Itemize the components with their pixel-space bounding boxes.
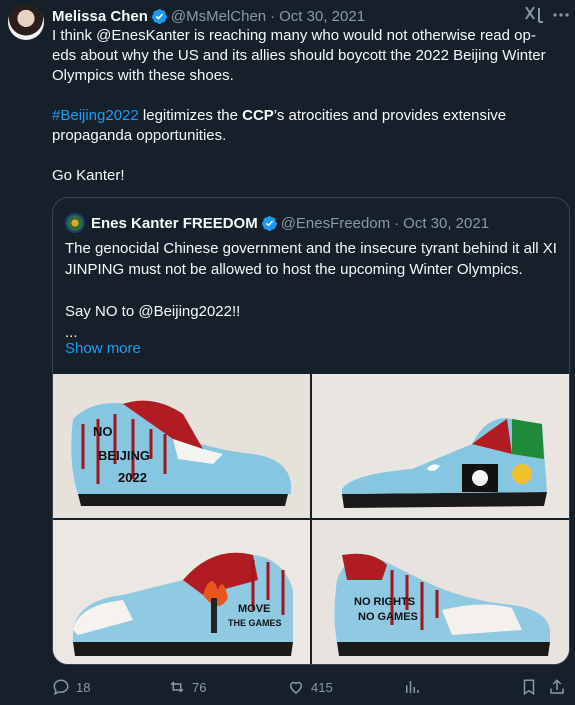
shoe-image-2[interactable] <box>312 374 569 518</box>
reply-button[interactable]: 18 <box>52 678 90 696</box>
quoted-paragraph-2: Say NO to @Beijing2022!! <box>65 303 241 320</box>
like-icon <box>289 681 303 694</box>
retweet-icon <box>170 681 184 693</box>
like-count: 415 <box>311 679 333 695</box>
tweet-text-mid: legitimizes the <box>138 107 243 124</box>
views-button[interactable] <box>403 678 427 696</box>
quoted-paragraph-1: The genocidal Chinese government and the… <box>65 240 557 278</box>
separator: · <box>270 7 276 25</box>
action-bar: 18 76 415 <box>52 678 568 700</box>
shoe-image-4[interactable]: NO RIGHTS NO GAMES <box>312 520 569 664</box>
tweet-paragraph-3: Go Kanter! <box>52 167 125 184</box>
share-icon <box>550 679 564 694</box>
img4-text-norights: NO RIGHTS <box>354 596 415 608</box>
author-avatar[interactable] <box>8 4 44 40</box>
verified-badge-icon[interactable] <box>151 8 168 25</box>
quoted-tweet[interactable]: Enes Kanter FREEDOM @EnesFreedom · Oct 3… <box>52 197 570 665</box>
quoted-author-avatar[interactable] <box>65 213 85 233</box>
author-handle[interactable]: @MsMelChen <box>171 8 266 25</box>
tweet-text: I think @EnesKanter is reaching many who… <box>52 26 557 186</box>
views-icon <box>406 681 419 693</box>
tweet-paragraph-1: I think @EnesKanter is reaching many who… <box>52 27 546 84</box>
img1-text-no: NO <box>93 424 113 439</box>
quoted-author-name[interactable]: Enes Kanter FREEDOM <box>91 215 258 232</box>
quoted-verified-badge-icon <box>261 215 277 231</box>
show-more-link[interactable]: Show more <box>65 340 141 357</box>
img3-text-move: MOVE <box>238 603 270 615</box>
bookmark-button[interactable] <box>520 678 544 696</box>
quoted-tweet-text: The genocidal Chinese government and the… <box>65 238 560 343</box>
quoted-separator: · <box>394 214 400 232</box>
shoe-image-1[interactable]: NO BEIJING 2022 <box>53 374 310 518</box>
retweet-button[interactable]: 76 <box>168 678 206 696</box>
tweet-date[interactable]: Oct 30, 2021 <box>279 8 365 25</box>
tweet-paragraph-2: #Beijing2022 legitimizes the CCP’s atroc… <box>52 106 557 146</box>
shoe-image-3[interactable]: MOVE THE GAMES <box>53 520 310 664</box>
author-name[interactable]: Melissa Chen <box>52 8 148 25</box>
img1-text-beijing: BEIJING <box>98 448 150 463</box>
tweet-header: Melissa Chen @MsMelChen · Oct 30, 2021 <box>52 6 365 26</box>
like-button[interactable]: 415 <box>287 678 333 696</box>
img3-text-games: THE GAMES <box>228 618 282 628</box>
quoted-author-handle: @EnesFreedom <box>280 214 391 232</box>
reply-count: 18 <box>76 679 91 695</box>
bookmark-icon <box>523 679 535 696</box>
hashtag-link[interactable]: #Beijing2022 <box>52 107 139 124</box>
retweet-count: 76 <box>192 679 207 695</box>
reply-icon <box>53 679 69 696</box>
img4-text-nogames: NO GAMES <box>358 611 418 623</box>
image-grid: NO BEIJING 2022 MOVE THE GAMES NO RIGHTS… <box>53 374 569 664</box>
tweet[interactable]: Melissa Chen @MsMelChen · Oct 30, 2021 I… <box>0 0 575 705</box>
more-icon[interactable] <box>552 8 570 22</box>
ccp-text: CCP <box>242 107 274 124</box>
quoted-tweet-date: Oct 30, 2021 <box>403 214 490 232</box>
img1-text-2022: 2022 <box>118 470 147 485</box>
quoted-tweet-header: Enes Kanter FREEDOM @EnesFreedom · Oct 3… <box>91 213 489 233</box>
grok-icon[interactable] <box>523 5 545 25</box>
share-button[interactable] <box>548 678 572 696</box>
